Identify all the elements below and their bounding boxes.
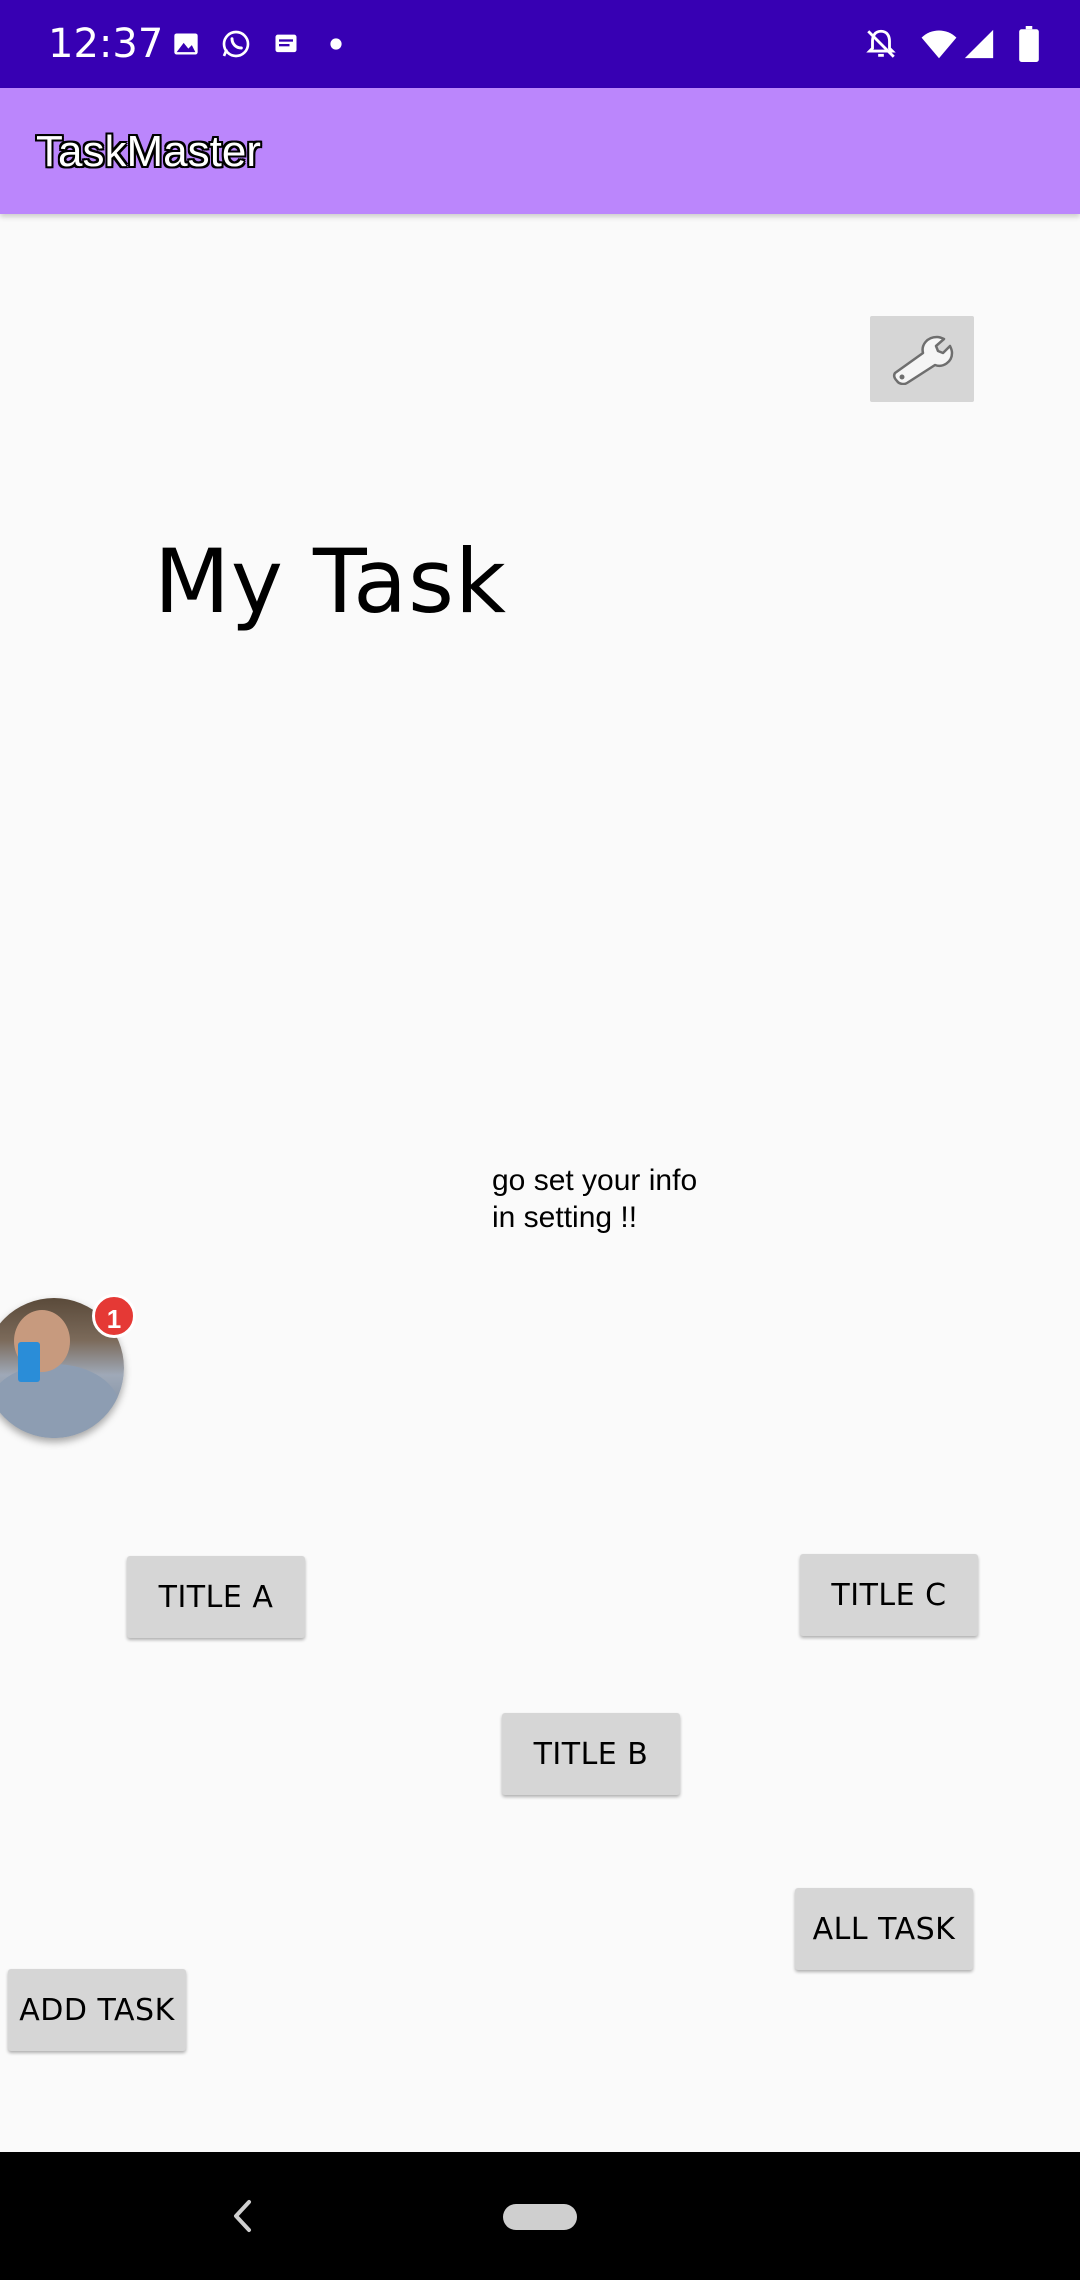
title-b-button[interactable]: TITLE B [502,1713,680,1795]
status-left-icons [168,24,368,64]
dot-icon [318,26,354,62]
info-text: go set your info in setting !! [492,1162,752,1236]
wrench-icon [887,329,957,390]
title-c-button[interactable]: TITLE C [800,1554,978,1636]
message-icon [268,26,304,62]
add-task-button[interactable]: ADD TASK [8,1969,186,2051]
whatsapp-icon [218,26,254,62]
signal-icon [962,27,996,61]
title-a-button[interactable]: TITLE A [127,1556,305,1638]
floating-chat-head[interactable]: 1 [0,1294,136,1438]
image-icon [168,26,204,62]
all-task-button[interactable]: ALL TASK [795,1888,973,1970]
wifi-icon [920,27,958,61]
status-right-icons [842,22,1040,66]
battery-icon [1018,26,1040,62]
home-pill-icon[interactable] [503,2204,577,2230]
info-text-line-2: in setting !! [492,1201,638,1234]
notifications-off-icon [864,27,898,61]
info-text-line-1: go set your info [492,1164,698,1197]
page-title: My Task [154,530,507,633]
back-chevron-icon[interactable] [222,2196,262,2236]
status-bar: 12:37 [0,0,1080,88]
app-title: TaskMaster [36,127,261,176]
app-bar: TaskMaster [0,88,1080,214]
navigation-bar [0,2152,1080,2280]
status-time: 12:37 [48,21,164,67]
notification-badge: 1 [92,1294,136,1338]
settings-button[interactable] [870,316,974,402]
